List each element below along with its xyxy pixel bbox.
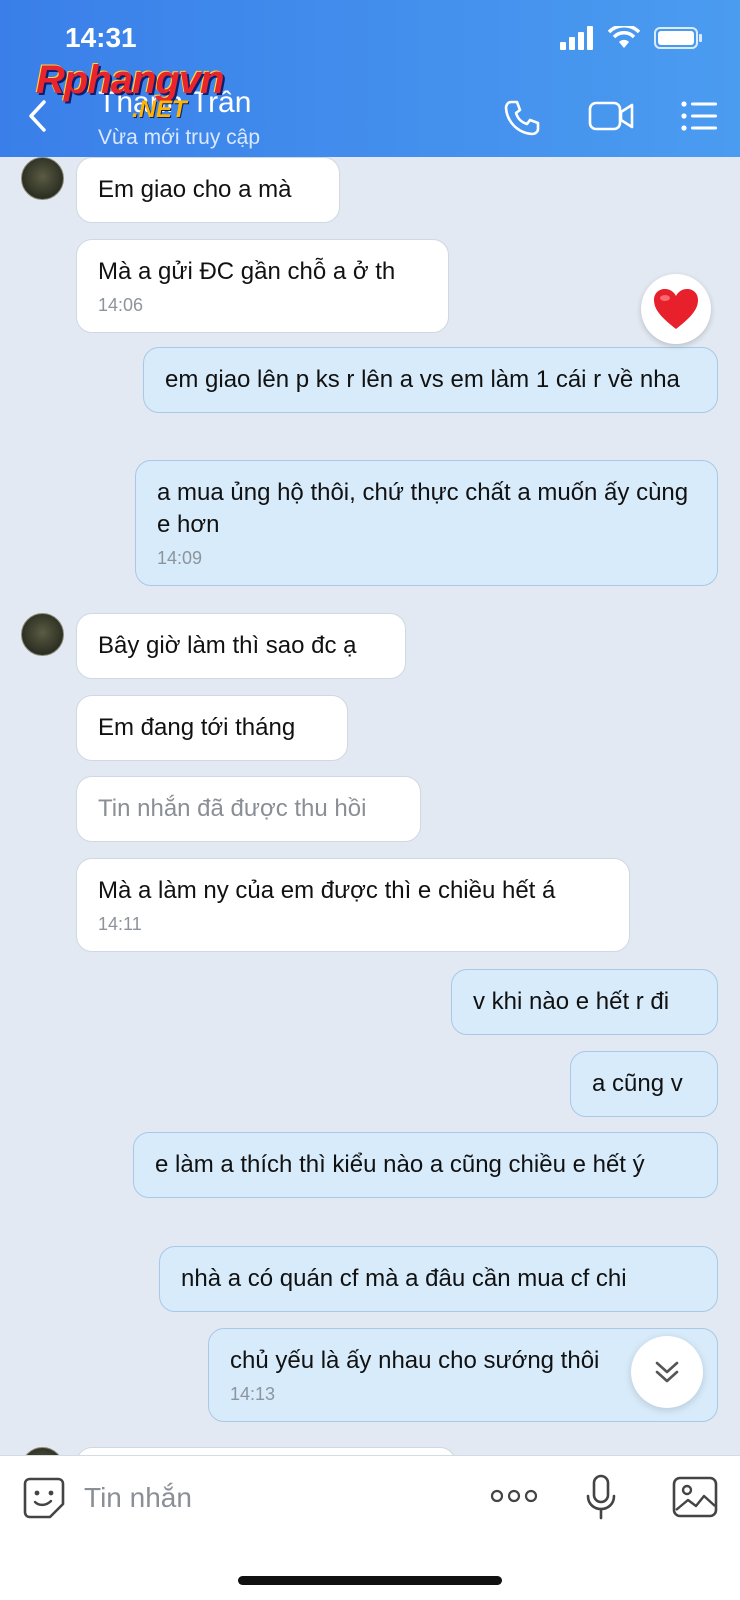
message-text: a cũng v <box>592 1070 683 1097</box>
message-text: Tin nhắn đã được thu hồi <box>98 795 367 822</box>
message-text: v khi nào e hết r đi <box>473 988 670 1015</box>
video-call-button[interactable] <box>588 98 634 139</box>
home-indicator[interactable] <box>238 1576 502 1585</box>
heart-icon <box>654 289 698 329</box>
video-camera-icon <box>588 101 634 131</box>
message-text: Bây giờ làm thì sao đc ạ <box>98 632 357 659</box>
message-outgoing[interactable]: v khi nào e hết r đi <box>451 969 718 1035</box>
message-text: Mà a làm ny của em được thì e chiều hết … <box>98 877 556 904</box>
message-text: chủ yếu là ấy nhau cho sướng thôi <box>230 1347 600 1374</box>
phone-icon <box>504 100 540 136</box>
message-text: a mua ủng hộ thôi, chứ thực chất a muốn … <box>157 479 689 538</box>
call-button[interactable] <box>502 98 542 143</box>
message-recalled[interactable]: Tin nhắn đã được thu hồi <box>76 776 421 842</box>
message-text: em giao lên p ks r lên a vs em làm 1 cái… <box>165 366 680 393</box>
avatar[interactable] <box>21 1447 64 1455</box>
image-icon <box>672 1476 718 1518</box>
list-menu-icon <box>681 101 717 131</box>
message-list[interactable]: Em giao cho a mà Mà a gửi ĐC gần chỗ a ở… <box>0 157 740 1455</box>
message-time: 14:11 <box>98 914 142 934</box>
message-text: nhà a có quán cf mà a đâu cần mua cf chi <box>181 1265 627 1292</box>
message-incoming[interactable]: Mà a làm ny của em được thì e chiều hết … <box>76 858 630 952</box>
message-text: Em giao cho a mà <box>98 176 292 203</box>
message-incoming[interactable]: Em giao cho a mà <box>76 157 340 223</box>
status-icons <box>560 26 704 50</box>
sticker-button[interactable] <box>22 1476 66 1525</box>
contact-status: Vừa mới truy cập <box>98 126 261 149</box>
sticker-icon <box>23 1477 65 1519</box>
chevron-left-icon <box>29 100 46 132</box>
voice-message-button[interactable] <box>585 1474 617 1525</box>
more-dots-icon <box>490 1489 538 1503</box>
microphone-icon <box>586 1474 616 1520</box>
message-time: 14:13 <box>230 1384 276 1404</box>
signal-icon <box>560 26 593 50</box>
photo-button[interactable] <box>672 1476 718 1523</box>
message-outgoing[interactable]: a cũng v <box>570 1051 718 1117</box>
message-input[interactable]: Tin nhắn <box>84 1482 192 1514</box>
message-time: 14:06 <box>98 295 144 315</box>
message-outgoing[interactable]: nhà a có quán cf mà a đâu cần mua cf chi <box>159 1246 718 1312</box>
message-text: Em đang tới tháng <box>98 714 296 741</box>
scroll-to-bottom-button[interactable] <box>631 1336 703 1408</box>
message-text: e làm a thích thì kiểu nào a cũng chiều … <box>155 1151 645 1178</box>
double-chevron-down-icon <box>655 1361 679 1383</box>
message-incoming[interactable]: Em đang tới tháng <box>76 695 348 761</box>
message-time: 14:09 <box>157 548 203 568</box>
message-outgoing[interactable]: e làm a thích thì kiểu nào a cũng chiều … <box>133 1132 718 1198</box>
wifi-icon <box>608 26 640 48</box>
watermark-logo: Rphangvn <box>36 58 225 102</box>
watermark-logo-sub: .NET <box>132 96 187 123</box>
back-button[interactable] <box>26 98 50 139</box>
menu-button[interactable] <box>680 98 718 139</box>
battery-icon <box>654 27 702 49</box>
message-outgoing[interactable]: em giao lên p ks r lên a vs em làm 1 cái… <box>143 347 718 413</box>
avatar[interactable] <box>21 613 64 656</box>
message-incoming[interactable]: Mà a gửi ĐC gần chỗ a ở th 14:06 <box>76 239 449 333</box>
message-outgoing[interactable]: a mua ủng hộ thôi, chứ thực chất a muốn … <box>135 460 718 586</box>
avatar[interactable] <box>21 157 64 200</box>
reaction-button[interactable] <box>641 274 711 344</box>
message-text: Mà a gửi ĐC gần chỗ a ở th <box>98 258 396 285</box>
message-incoming[interactable]: Bây giờ làm thì sao đc ạ <box>76 613 406 679</box>
message-incoming-partial[interactable] <box>76 1447 456 1455</box>
more-options-button[interactable] <box>490 1488 538 1509</box>
status-time: 14:31 <box>65 22 137 53</box>
chat-header: 14:31 Thanh Trần Vừa mới truy cập Rphang… <box>0 0 740 157</box>
